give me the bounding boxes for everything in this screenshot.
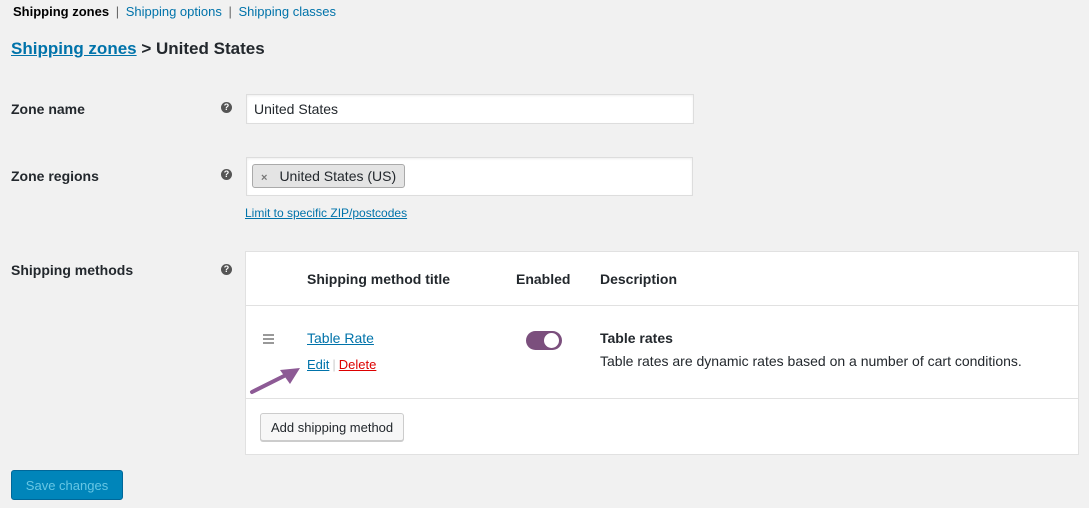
delete-link[interactable]: Delete xyxy=(339,357,377,372)
divider xyxy=(246,305,1078,306)
divider xyxy=(246,398,1078,399)
row-actions: Edit | Delete xyxy=(307,357,376,372)
action-separator: | xyxy=(332,357,336,372)
add-shipping-method-button[interactable]: Add shipping method xyxy=(260,413,405,441)
breadcrumb: Shipping zones > United States xyxy=(11,39,265,59)
subnav-shipping-options[interactable]: Shipping options xyxy=(126,4,222,19)
help-icon[interactable]: ? xyxy=(221,169,232,180)
limit-postcodes-link[interactable]: Limit to specific ZIP/postcodes xyxy=(245,206,407,220)
subnav-shipping-zones[interactable]: Shipping zones xyxy=(13,4,109,19)
shipping-methods-table: Shipping method title Enabled Descriptio… xyxy=(245,251,1079,455)
remove-chip-icon[interactable]: × xyxy=(261,172,267,184)
subnav-separator: | xyxy=(228,4,232,19)
header-description: Description xyxy=(600,271,678,287)
edit-link[interactable]: Edit xyxy=(307,357,329,372)
save-changes-button[interactable]: Save changes xyxy=(11,470,123,500)
header-enabled: Enabled xyxy=(516,271,571,287)
zone-name-input[interactable]: United States xyxy=(246,94,694,124)
annotation-arrow-icon xyxy=(250,368,300,394)
help-icon[interactable]: ? xyxy=(221,102,232,113)
drag-handle-icon[interactable] xyxy=(263,334,274,346)
description-text: Table rates are dynamic rates based on a… xyxy=(600,353,1022,369)
toggle-knob xyxy=(544,333,559,348)
zone-regions-select[interactable]: × United States (US) xyxy=(246,157,693,196)
subnav-separator: | xyxy=(115,4,120,19)
enabled-toggle[interactable] xyxy=(526,331,562,350)
zone-regions-label: Zone regions xyxy=(11,168,99,184)
breadcrumb-current: United States xyxy=(156,39,265,58)
method-title-link[interactable]: Table Rate xyxy=(307,330,374,346)
shipping-methods-label: Shipping methods xyxy=(11,262,134,278)
zone-name-label: Zone name xyxy=(11,101,85,117)
breadcrumb-shipping-zones-link[interactable]: Shipping zones xyxy=(11,39,137,58)
region-chip: × United States (US) xyxy=(252,164,406,188)
description-title: Table rates xyxy=(600,330,673,346)
subnav-shipping-classes[interactable]: Shipping classes xyxy=(238,4,336,19)
help-icon[interactable]: ? xyxy=(221,264,232,275)
breadcrumb-separator: > xyxy=(141,39,152,58)
shipping-subnav: Shipping zones | Shipping options | Ship… xyxy=(13,4,336,19)
header-method-title: Shipping method title xyxy=(307,271,451,287)
region-chip-label: United States (US) xyxy=(279,168,397,184)
